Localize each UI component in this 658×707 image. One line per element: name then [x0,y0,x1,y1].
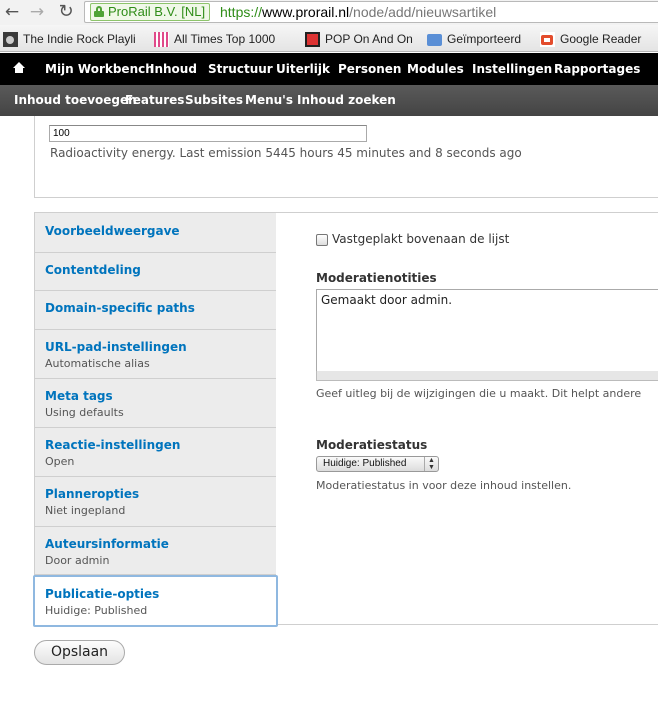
vtab-reactie-instellingen[interactable]: Reactie-instellingen Open [35,428,276,477]
textarea-resize-grip[interactable] [316,371,658,381]
shortcut-menus[interactable]: Menu's [245,85,293,116]
bookmarks-bar: The Indie Rock Playlis All Times Top 100… [0,25,658,52]
toolbar-instellingen[interactable]: Instellingen [472,53,552,85]
tracks-icon [154,32,169,47]
indie-icon [3,32,18,47]
shortcut-inhoud-toevoegen[interactable]: Inhoud toevoegen [14,85,137,116]
browser-toolbar: ← → ↻ ProRail B.V. [NL] https://www.pror… [0,0,658,25]
bookmark-top-1000[interactable]: All Times Top 1000 [154,30,288,48]
ev-label: ProRail B.V. [NL] [108,4,206,19]
moderation-status-value: Huidige: Published [323,458,407,469]
address-bar[interactable]: ProRail B.V. [NL] https://www.prorail.nl… [84,1,658,23]
shortcut-inhoud-zoeken[interactable]: Inhoud zoeken [297,85,396,116]
vtab-publicatie-opties[interactable]: Publicatie-opties Huidige: Published [33,575,278,627]
toolbar-modules[interactable]: Modules [407,53,464,85]
shortcuts-bar: Inhoud toevoegen Features Subsites Menu'… [0,85,658,116]
page-content: 100 Radioactivity energy. Last emission … [0,116,658,707]
reader-icon [540,32,555,47]
pop-icon [305,32,320,47]
moderation-notes-description: Geef uitleg bij de wijzigingen die u maa… [316,387,642,400]
lock-icon [94,6,104,17]
toolbar-personen[interactable]: Personen [338,53,401,85]
moderation-status-label: Moderatiestatus [316,438,428,452]
toolbar-mijn-workbench[interactable]: Mijn Workbench [45,53,154,85]
vtab-planneropties[interactable]: Planneropties Niet ingepland [35,477,276,527]
moderation-status-select[interactable]: Huidige: Published ▲ ▼ [316,456,439,472]
vtab-domain-specific-paths[interactable]: Domain-specific paths [35,291,276,330]
ev-certificate-badge[interactable]: ProRail B.V. [NL] [90,3,211,21]
vtab-auteursinformatie[interactable]: Auteursinformatie Door admin [35,527,276,575]
vertical-tabs: Voorbeeldweergave Contentdeling Domain-s… [33,212,658,627]
save-button[interactable]: Opslaan [34,640,125,665]
admin-toolbar: Mijn Workbench Inhoud Structuur Uiterlij… [0,53,658,85]
vtab-voorbeeldweergave[interactable]: Voorbeeldweergave [35,213,276,253]
sticky-checkbox[interactable] [316,234,328,246]
vtab-contentdeling[interactable]: Contentdeling [35,253,276,291]
back-arrow-icon[interactable]: ← [2,2,22,22]
toolbar-rapportages[interactable]: Rapportages [554,53,640,85]
moderation-notes-textarea[interactable]: Gemaakt door admin. [316,289,658,381]
radioactivity-energy-input[interactable]: 100 [49,125,367,142]
publicatie-opties-pane: Vastgeplakt bovenaan de lijst Moderatien… [276,213,658,624]
reload-icon[interactable]: ↻ [56,2,76,22]
vtab-meta-tags[interactable]: Meta tags Using defaults [35,379,276,428]
vertical-tabs-list: Voorbeeldweergave Contentdeling Domain-s… [33,213,278,627]
sticky-label[interactable]: Vastgeplakt bovenaan de lijst [332,232,509,246]
forward-arrow-icon[interactable]: → [27,2,47,22]
folder-icon [427,34,442,46]
moderation-notes-label: Moderatienotities [316,271,437,285]
moderation-status-description: Moderatiestatus in voor deze inhoud inst… [316,479,572,492]
vtab-url-pad-instellingen[interactable]: URL-pad-instellingen Automatische alias [35,330,276,379]
select-arrows-icon: ▲ ▼ [424,457,438,471]
toolbar-uiterlijk[interactable]: Uiterlijk [276,53,330,85]
toolbar-structuur[interactable]: Structuur [208,53,273,85]
shortcut-subsites[interactable]: Subsites [185,85,243,116]
home-icon[interactable] [13,62,25,74]
radioactivity-description: Radioactivity energy. Last emission 5445… [50,146,522,160]
url-text[interactable]: https://www.prorail.nl/node/add/nieuwsar… [220,3,496,21]
bookmark-indie-rock[interactable]: The Indie Rock Playlis [3,30,136,48]
toolbar-inhoud[interactable]: Inhoud [150,53,197,85]
shortcut-features[interactable]: Features [125,85,184,116]
